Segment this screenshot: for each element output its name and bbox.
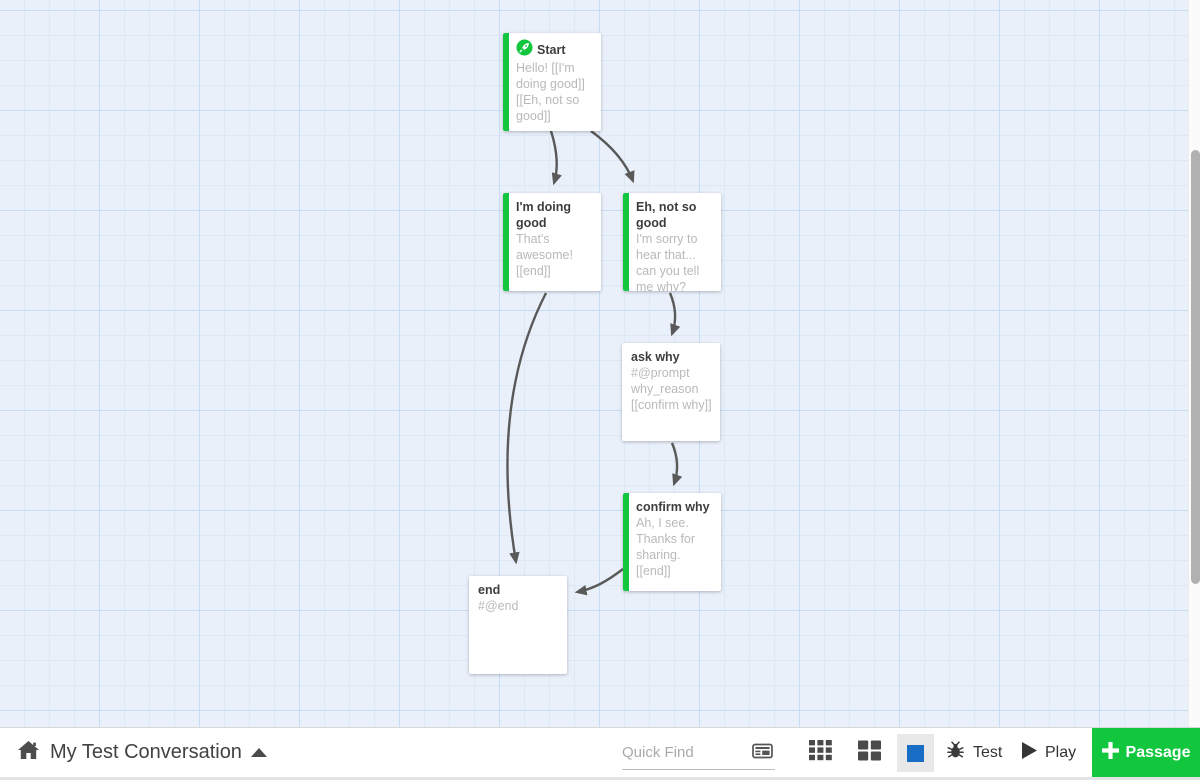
passage-title: I'm doing good xyxy=(516,200,572,230)
passage-title: end xyxy=(478,583,501,597)
link-start-to-doing-good xyxy=(549,130,562,186)
link-start-to-not-so-good xyxy=(590,130,635,184)
link-not-so-good-to-ask-why xyxy=(668,292,681,337)
passage-excerpt: I'm sorry to hear that... can you tell m… xyxy=(636,232,700,291)
large-grid-view-button[interactable] xyxy=(847,728,891,777)
passage-title: Start xyxy=(537,42,566,57)
link-ask-why-to-confirm-why xyxy=(670,442,683,487)
passage-title: ask why xyxy=(631,350,680,364)
passage-node-confirm-why[interactable]: confirm why Ah, I see. Thanks for sharin… xyxy=(623,493,721,591)
link-doing-good-to-end xyxy=(506,292,548,565)
rocket-start-icon xyxy=(516,39,533,60)
vertical-scrollbar[interactable] xyxy=(1188,0,1200,727)
quick-find-input[interactable] xyxy=(622,744,740,761)
passage-excerpt: Ah, I see. Thanks for sharing. [[end]] xyxy=(636,516,696,578)
test-button[interactable]: Test xyxy=(945,728,1002,777)
play-label: Play xyxy=(1045,743,1077,761)
grid-large-icon xyxy=(857,740,881,766)
passage-status-bar xyxy=(503,33,509,131)
passage-status-bar xyxy=(623,193,629,291)
add-passage-button[interactable]: Passage xyxy=(1092,728,1200,777)
link-confirm-why-to-end xyxy=(574,568,624,596)
square-zoom-icon xyxy=(907,744,924,762)
quick-find[interactable] xyxy=(622,736,775,770)
passage-node-end[interactable]: end #@end xyxy=(469,576,567,674)
passage-label: Passage xyxy=(1125,743,1191,761)
caret-up-icon xyxy=(250,748,267,757)
story-title: My Test Conversation xyxy=(50,741,242,763)
passage-excerpt: #@end xyxy=(478,599,519,613)
bug-icon xyxy=(945,740,966,765)
plus-icon xyxy=(1101,741,1119,764)
play-button[interactable]: Play xyxy=(1022,728,1076,777)
grid-small-icon xyxy=(808,739,832,766)
passage-node-ask-why[interactable]: ask why #@prompt why_reason [[confirm wh… xyxy=(622,343,720,441)
passage-excerpt: That's awesome! [[end]] xyxy=(516,232,573,278)
home-button[interactable] xyxy=(10,728,46,777)
story-map-app: Start Hello! [[I'm doing good]] [[Eh, no… xyxy=(0,0,1200,780)
passage-node-im-doing-good[interactable]: I'm doing good That's awesome! [[end]] xyxy=(503,193,601,291)
vertical-scrollbar-thumb[interactable] xyxy=(1190,150,1200,584)
passage-title: confirm why xyxy=(636,500,710,514)
home-icon xyxy=(17,740,40,765)
passage-node-start[interactable]: Start Hello! [[I'm doing good]] [[Eh, no… xyxy=(503,33,601,131)
passage-status-bar xyxy=(623,493,629,591)
keyboard-icon[interactable] xyxy=(752,743,773,764)
full-zoom-view-button[interactable] xyxy=(897,734,934,772)
play-icon xyxy=(1022,741,1037,764)
passage-excerpt: #@prompt why_reason [[confirm why]] xyxy=(631,366,712,412)
small-grid-view-button[interactable] xyxy=(798,728,842,777)
passage-title: Eh, not so good xyxy=(636,200,697,230)
passage-node-eh-not-so-good[interactable]: Eh, not so good I'm sorry to hear that..… xyxy=(623,193,721,291)
passage-status-bar xyxy=(503,193,509,291)
bottom-toolbar: My Test Conversation Quick Find Test Pla… xyxy=(0,727,1200,777)
story-canvas[interactable]: Start Hello! [[I'm doing good]] [[Eh, no… xyxy=(0,0,1200,727)
passage-excerpt: Hello! [[I'm doing good]] [[Eh, not so g… xyxy=(516,61,585,123)
test-label: Test xyxy=(973,743,1003,761)
story-title-menu[interactable]: My Test Conversation xyxy=(50,728,267,777)
